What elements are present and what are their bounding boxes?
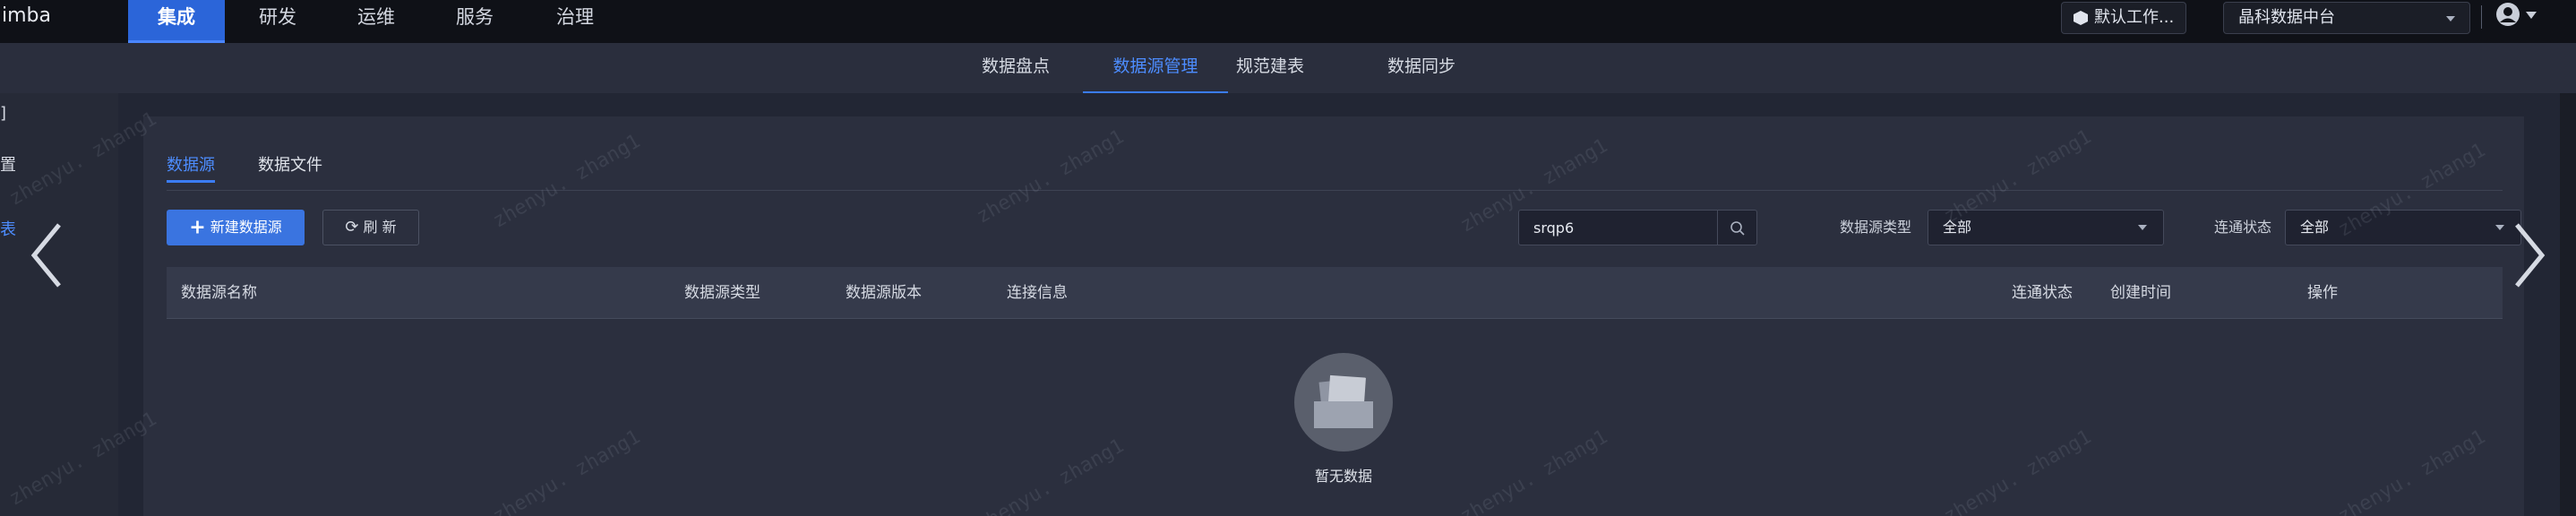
empty-state-text: 暂无数据 bbox=[1314, 468, 1372, 485]
workspace-selector[interactable]: 默认工作... bbox=[2061, 2, 2186, 34]
refresh-icon: ⟳ bbox=[345, 218, 359, 236]
plus-icon: + bbox=[189, 216, 206, 239]
nav-item-services[interactable]: 服务 bbox=[439, 0, 511, 43]
platform-selector[interactable]: 晶科数据中台 bbox=[2223, 2, 2470, 34]
new-datasource-label: 新建数据源 bbox=[210, 219, 282, 236]
subnav-item-data-sync[interactable]: 数据同步 bbox=[1387, 43, 1455, 93]
search-box bbox=[1518, 210, 1757, 245]
sidebar-item-3[interactable]: 表 bbox=[0, 217, 16, 240]
workspace-label: 默认工作... bbox=[2094, 8, 2175, 27]
user-menu[interactable] bbox=[2490, 0, 2544, 32]
column-header-created: 创建时间 bbox=[2110, 284, 2171, 302]
column-header-actions: 操作 bbox=[2307, 284, 2338, 302]
type-filter-value: 全部 bbox=[1943, 219, 1972, 236]
subnav-item-datasource-management[interactable]: 数据源管理 bbox=[1083, 43, 1228, 93]
type-filter-label: 数据源类型 bbox=[1840, 219, 1912, 236]
table-header: 数据源名称 数据源类型 数据源版本 连接信息 连通状态 创建时间 操作 bbox=[167, 267, 2503, 319]
column-header-connection: 连接信息 bbox=[1007, 284, 1068, 302]
nav-item-integration[interactable]: 集成 bbox=[128, 0, 225, 43]
nav-item-operations[interactable]: 运维 bbox=[340, 0, 412, 43]
chevron-left-icon[interactable] bbox=[27, 219, 66, 291]
new-datasource-button[interactable]: + 新建数据源 bbox=[167, 210, 305, 245]
column-header-type: 数据源类型 bbox=[684, 284, 760, 302]
tab-divider bbox=[167, 190, 2503, 191]
cube-icon bbox=[2074, 11, 2088, 25]
platform-label: 晶科数据中台 bbox=[2238, 8, 2335, 27]
nav-item-development[interactable]: 研发 bbox=[242, 0, 313, 43]
divider bbox=[2481, 5, 2482, 29]
empty-folder-icon bbox=[1294, 353, 1393, 452]
user-avatar-icon bbox=[2496, 3, 2520, 26]
caret-down-icon bbox=[2526, 12, 2537, 19]
status-filter-value: 全部 bbox=[2300, 219, 2330, 236]
sub-nav: 数据盘点 数据源管理 规范建表 数据同步 bbox=[0, 43, 2576, 93]
nav-item-governance[interactable]: 治理 bbox=[539, 0, 611, 43]
nav-item-label: 集成 bbox=[158, 6, 195, 28]
chevron-down-icon bbox=[2495, 225, 2504, 230]
status-filter-select[interactable]: 全部 bbox=[2285, 210, 2521, 245]
chevron-down-icon bbox=[2138, 225, 2147, 230]
top-bar: imba 集成 研发 运维 服务 治理 默认工作... 晶科数据中台 bbox=[0, 0, 2576, 43]
nav-item-label: 研发 bbox=[259, 6, 296, 28]
nav-item-label: 服务 bbox=[456, 6, 494, 28]
sidebar-item-1[interactable]: ] bbox=[0, 104, 6, 123]
status-filter-label: 连通状态 bbox=[2214, 219, 2272, 236]
main-panel: 数据源 数据文件 + 新建数据源 ⟳ 刷 新 数据源类型 全部 连通状态 全部 … bbox=[143, 116, 2524, 516]
sidebar-item-2[interactable]: 置 bbox=[0, 152, 16, 176]
search-input[interactable] bbox=[1533, 211, 1713, 245]
brand-name: imba bbox=[2, 4, 51, 27]
subnav-item-standard-table[interactable]: 规范建表 bbox=[1236, 43, 1304, 93]
refresh-button[interactable]: ⟳ 刷 新 bbox=[322, 210, 419, 245]
search-button[interactable] bbox=[1717, 211, 1756, 245]
column-header-name: 数据源名称 bbox=[181, 284, 257, 302]
type-filter-select[interactable]: 全部 bbox=[1928, 210, 2164, 245]
column-header-version: 数据源版本 bbox=[846, 284, 922, 302]
tab-data-files[interactable]: 数据文件 bbox=[258, 152, 322, 183]
tab-datasource[interactable]: 数据源 bbox=[167, 152, 215, 183]
column-header-status: 连通状态 bbox=[2012, 284, 2073, 302]
search-icon bbox=[1730, 221, 1745, 236]
nav-item-label: 运维 bbox=[357, 6, 395, 28]
chevron-down-icon bbox=[2446, 16, 2455, 22]
nav-item-label: 治理 bbox=[556, 6, 594, 28]
refresh-label: 刷 新 bbox=[363, 219, 397, 236]
subnav-item-data-inventory[interactable]: 数据盘点 bbox=[982, 43, 1050, 93]
sidebar: ] 置 表 bbox=[0, 93, 118, 516]
chevron-right-icon[interactable] bbox=[2510, 219, 2549, 291]
right-scrollbar[interactable] bbox=[2560, 93, 2576, 516]
